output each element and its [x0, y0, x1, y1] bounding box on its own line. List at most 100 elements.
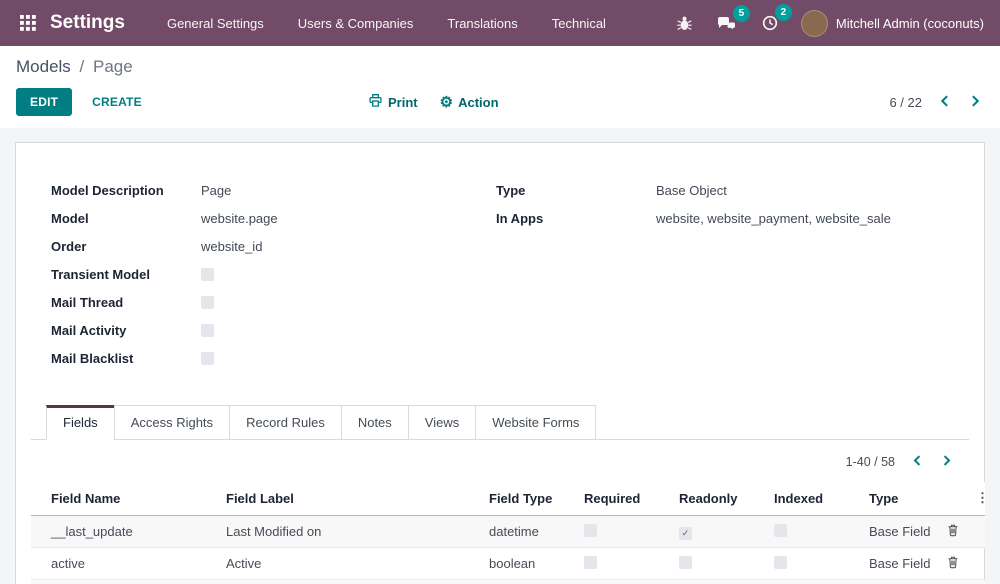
mail-thread-label: Mail Thread — [51, 295, 201, 310]
menu-technical[interactable]: Technical — [552, 16, 606, 31]
cell-field-label: Active — [216, 548, 479, 580]
breadcrumb: Models / Page — [16, 57, 984, 77]
cell-field-name: arch — [31, 580, 216, 584]
navbar-systray: 5 2 Mitchell Admin (coconuts) — [674, 10, 984, 37]
list-pager-previous-button[interactable] — [909, 452, 925, 472]
user-name: Mitchell Admin (coconuts) — [836, 16, 984, 31]
readonly-checkbox — [679, 527, 692, 540]
optional-columns-toggle[interactable]: ⋮ — [966, 482, 985, 516]
delete-row-button[interactable] — [946, 555, 960, 572]
control-panel: Models / Page EDIT CREATE Print ⚙ Action — [0, 46, 1000, 128]
apps-menu-icon[interactable] — [16, 11, 40, 35]
activities-clock-icon[interactable]: 2 — [759, 12, 781, 34]
app-name[interactable]: Settings — [50, 12, 125, 34]
required-checkbox — [584, 524, 597, 537]
cell-field-type: datetime — [479, 516, 574, 548]
chevron-left-icon — [938, 94, 951, 111]
column-type[interactable]: Type — [859, 482, 936, 516]
record-pager-value[interactable]: 6 / 22 — [889, 95, 922, 110]
column-required[interactable]: Required — [574, 482, 669, 516]
cell-field-label: Last Modified on — [216, 516, 479, 548]
column-readonly[interactable]: Readonly — [669, 482, 764, 516]
activities-badge: 2 — [775, 4, 792, 21]
menu-general-settings[interactable]: General Settings — [167, 16, 264, 31]
type-value: Base Object — [656, 183, 727, 198]
tab-record-rules[interactable]: Record Rules — [229, 405, 342, 440]
transient-model-label: Transient Model — [51, 267, 201, 282]
chevron-left-icon — [911, 454, 923, 470]
notebook: Fields Access Rights Record Rules Notes … — [31, 405, 969, 584]
cell-type: Base Field — [859, 548, 936, 580]
breadcrumb-current: Page — [93, 57, 133, 76]
cell-field-type: text — [479, 580, 574, 584]
table-row[interactable]: __last_update Last Modified on datetime … — [31, 516, 985, 548]
in-apps-value: website, website_payment, website_sale — [656, 211, 891, 226]
printer-icon — [368, 93, 383, 111]
cell-field-name: active — [31, 548, 216, 580]
transient-model-checkbox — [201, 268, 214, 281]
tab-views[interactable]: Views — [408, 405, 476, 440]
messages-badge: 5 — [733, 5, 750, 22]
order-value: website_id — [201, 239, 262, 254]
user-menu[interactable]: Mitchell Admin (coconuts) — [801, 10, 984, 37]
model-label: Model — [51, 211, 201, 226]
in-apps-label: In Apps — [496, 211, 656, 226]
create-button[interactable]: CREATE — [78, 89, 156, 115]
trash-icon — [946, 555, 960, 572]
list-pager-value[interactable]: 1-40 / 58 — [846, 455, 895, 469]
cell-type: Base Field — [859, 516, 936, 548]
order-label: Order — [51, 239, 201, 254]
breadcrumb-separator: / — [80, 57, 85, 76]
fields-table: Field Name Field Label Field Type Requir… — [31, 482, 985, 584]
cell-type: Base Field — [859, 580, 936, 584]
action-label: Action — [458, 95, 498, 110]
debug-bug-icon[interactable] — [674, 13, 695, 34]
column-field-name[interactable]: Field Name — [31, 482, 216, 516]
fields-list-pager: 1-40 / 58 — [31, 440, 969, 482]
mail-activity-checkbox — [201, 324, 214, 337]
action-button[interactable]: ⚙ Action — [440, 95, 499, 110]
print-label: Print — [388, 95, 418, 110]
column-field-label[interactable]: Field Label — [216, 482, 479, 516]
chevron-right-icon — [941, 454, 953, 470]
menu-translations[interactable]: Translations — [447, 16, 517, 31]
mail-blacklist-checkbox — [201, 352, 214, 365]
table-row[interactable]: active Active boolean Base Field — [31, 548, 985, 580]
delete-row-button[interactable] — [946, 523, 960, 540]
record-form-sheet: Model Description Page Model website.pag… — [15, 142, 985, 584]
chevron-right-icon — [969, 94, 982, 111]
pager-previous-button[interactable] — [936, 92, 953, 113]
cell-field-type: boolean — [479, 548, 574, 580]
type-label: Type — [496, 183, 656, 198]
edit-button[interactable]: EDIT — [16, 88, 72, 116]
pager-next-button[interactable] — [967, 92, 984, 113]
gear-icon: ⚙ — [440, 95, 453, 110]
list-pager-next-button[interactable] — [939, 452, 955, 472]
tab-notes[interactable]: Notes — [341, 405, 409, 440]
print-button[interactable]: Print — [368, 93, 418, 111]
column-field-type[interactable]: Field Type — [479, 482, 574, 516]
table-row[interactable]: arch View Architecture text Base Field — [31, 580, 985, 584]
ellipsis-v-icon: ⋮ — [976, 490, 989, 505]
trash-icon — [946, 523, 960, 540]
user-avatar — [801, 10, 828, 37]
required-checkbox — [584, 556, 597, 569]
indexed-checkbox — [774, 524, 787, 537]
model-description-value: Page — [201, 183, 231, 198]
menu-users-companies[interactable]: Users & Companies — [298, 16, 414, 31]
top-navbar: Settings General Settings Users & Compan… — [0, 0, 1000, 46]
tab-access-rights[interactable]: Access Rights — [114, 405, 230, 440]
cell-field-label: View Architecture — [216, 580, 479, 584]
notebook-tabs: Fields Access Rights Record Rules Notes … — [31, 405, 969, 440]
tab-fields[interactable]: Fields — [46, 405, 115, 440]
breadcrumb-models-link[interactable]: Models — [16, 57, 71, 76]
messages-button[interactable]: 5 — [715, 13, 739, 34]
cell-field-name: __last_update — [31, 516, 216, 548]
tab-website-forms[interactable]: Website Forms — [475, 405, 596, 440]
indexed-checkbox — [774, 556, 787, 569]
column-delete — [936, 482, 966, 516]
column-indexed[interactable]: Indexed — [764, 482, 859, 516]
model-form: Model Description Page Model website.pag… — [31, 143, 969, 379]
mail-blacklist-label: Mail Blacklist — [51, 351, 201, 366]
main-menu: General Settings Users & Companies Trans… — [167, 16, 606, 31]
